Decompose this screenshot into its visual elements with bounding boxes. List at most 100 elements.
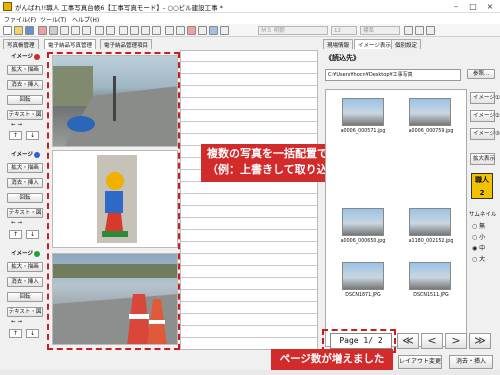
read-destination-label: 《読込先》	[325, 54, 360, 62]
down-button-3[interactable]: ↓	[26, 329, 39, 338]
delete-insert-button-1[interactable]: 消去・挿入	[7, 80, 43, 90]
layout-change-button[interactable]: レイアウト変更	[398, 355, 442, 369]
lr-arrows-1[interactable]: ← →	[11, 122, 22, 128]
text-icon[interactable]	[176, 26, 185, 35]
minimize-button[interactable]: –	[448, 1, 464, 12]
image-group-2-header: イメージ	[11, 151, 40, 160]
grid-icon[interactable]	[119, 26, 128, 35]
undo-icon[interactable]	[95, 26, 104, 35]
search-icon[interactable]	[165, 26, 174, 35]
blue-dot-icon	[33, 151, 40, 158]
menu-file[interactable]: ファイル(F)	[4, 15, 36, 24]
tab-individual-settings[interactable]: 個別設定	[391, 39, 422, 49]
zoom-icon[interactable]	[152, 26, 161, 35]
italic-icon[interactable]	[415, 26, 424, 35]
ruler-icon[interactable]	[198, 26, 207, 35]
thumbnail-6-caption: DSCN1511.JPG	[413, 293, 449, 298]
layout-icon[interactable]	[130, 26, 139, 35]
down-button-1[interactable]: ↓	[26, 131, 39, 140]
up-button-2[interactable]: ↑	[9, 230, 22, 239]
photo-icon[interactable]	[209, 26, 218, 35]
style-select[interactable]: 標準	[360, 26, 400, 35]
thumbnail-1[interactable]	[342, 98, 384, 126]
path-input[interactable]: C:¥Users¥hocn¥Desktop¥工事写真	[325, 69, 461, 81]
tab-electronic-photo[interactable]: 電子納品写真管理	[44, 39, 97, 49]
zoom-view-button[interactable]: 拡大表示	[470, 153, 495, 165]
up-button-1[interactable]: ↑	[9, 131, 22, 140]
menu-help[interactable]: ヘルプ(H)	[72, 15, 99, 24]
tab-site-info[interactable]: 現場情報	[323, 39, 354, 49]
save-icon[interactable]	[25, 26, 34, 35]
tab-photo-book[interactable]: 写真帳管理	[3, 39, 39, 49]
camera-icon[interactable]	[49, 26, 58, 35]
text-draw-button-2[interactable]: テキスト・図	[7, 208, 43, 218]
browse-button[interactable]: 参照...	[467, 69, 495, 79]
copy-icon[interactable]	[71, 26, 80, 35]
memo-lines-area[interactable]	[180, 50, 318, 350]
image-3-button[interactable]: イメージ③	[470, 128, 500, 140]
delete-insert-button-right[interactable]: 消去・挿入	[449, 355, 493, 369]
size-mid-radio[interactable]: ◉ 中	[472, 243, 485, 252]
prev-page-button[interactable]: <	[421, 333, 443, 349]
page-indicator: Page 1/ 2	[330, 333, 392, 349]
list-icon[interactable]	[141, 26, 150, 35]
thumbnail-4-caption: a1180_002152.jpg	[408, 239, 454, 244]
underline-icon[interactable]	[426, 26, 435, 35]
size-small-radio[interactable]: ○ 小	[472, 232, 485, 241]
font-select[interactable]: ＭＳ 明朝	[258, 26, 328, 35]
text-draw-button-1[interactable]: テキスト・図	[7, 110, 43, 120]
image-group-1-header: イメージ	[11, 53, 40, 62]
size-select[interactable]: 12	[331, 26, 357, 35]
thumbnail-size-label: サムネイル	[469, 212, 497, 218]
delete-insert-button-2[interactable]: 消去・挿入	[7, 178, 43, 188]
image-2-button[interactable]: イメージ②	[470, 110, 500, 122]
last-page-button[interactable]: ≫	[469, 333, 491, 349]
window-title: がんばれ!!職人 工事写真台帳6【工事写真モード】- ○○ビル建設工事 *	[15, 4, 223, 12]
zoom-draw-button-3[interactable]: 拡大・描画	[7, 262, 43, 272]
delete-insert-button-3[interactable]: 消去・挿入	[7, 277, 43, 287]
close-button[interactable]: ×	[482, 1, 498, 12]
image-1-button[interactable]: イメージ①	[470, 92, 500, 104]
green-dot-icon	[33, 250, 40, 257]
first-page-button[interactable]: ≪	[397, 333, 419, 349]
tab-electronic-items[interactable]: 電子納品管理項目	[100, 39, 153, 49]
zoom-draw-button-1[interactable]: 拡大・描画	[7, 65, 43, 75]
thumbnail-5[interactable]	[342, 262, 384, 290]
lr-arrows-3[interactable]: ← →	[11, 319, 22, 325]
thumbnail-6[interactable]	[409, 262, 451, 290]
menu-tools[interactable]: ツール(T)	[40, 15, 66, 24]
open-icon[interactable]	[14, 26, 23, 35]
rotate-button-2[interactable]: 回転	[7, 193, 43, 203]
thumbnail-1-caption: a0006_000571.jpg	[340, 129, 386, 134]
thumbnail-3[interactable]	[342, 208, 384, 236]
zoom-draw-button-2[interactable]: 拡大・描画	[7, 163, 43, 173]
title-bar: がんばれ!!職人 工事写真台帳6【工事写真モード】- ○○ビル建設工事 * – …	[0, 0, 500, 13]
rotate-button-3[interactable]: 回転	[7, 292, 43, 302]
thumbnail-4[interactable]	[409, 208, 451, 236]
next-page-button[interactable]: >	[445, 333, 467, 349]
new-icon[interactable]	[3, 26, 12, 35]
page-increase-callout: ページ数が増えました	[271, 349, 393, 371]
size-large-radio[interactable]: ○ 大	[472, 254, 485, 263]
stamp-icon[interactable]	[187, 26, 196, 35]
tab-image-view[interactable]: イメージ表示	[354, 39, 395, 49]
lr-arrows-2[interactable]: ← →	[11, 220, 22, 226]
redo-icon[interactable]	[106, 26, 115, 35]
thumbnail-2[interactable]	[409, 98, 451, 126]
maximize-button[interactable]: □	[465, 1, 481, 12]
app-logo-icon	[3, 2, 12, 11]
status-bar	[0, 370, 500, 375]
bold-icon[interactable]	[404, 26, 413, 35]
size-none-radio[interactable]: ○ 無	[472, 221, 485, 230]
photo-highlight-frame	[47, 52, 180, 350]
rotate-button-1[interactable]: 回転	[7, 95, 43, 105]
settings-icon[interactable]	[220, 26, 229, 35]
paste-icon[interactable]	[82, 26, 91, 35]
thumbnail-grid[interactable]: a0006_000571.jpg a0006_000759.jpg a0006_…	[325, 89, 467, 347]
cut-icon[interactable]	[60, 26, 69, 35]
up-button-3[interactable]: ↑	[9, 329, 22, 338]
print-icon[interactable]	[38, 26, 47, 35]
text-draw-button-3[interactable]: テキスト・図	[7, 307, 43, 317]
image-group-3-header: イメージ	[11, 250, 40, 259]
down-button-2[interactable]: ↓	[26, 230, 39, 239]
